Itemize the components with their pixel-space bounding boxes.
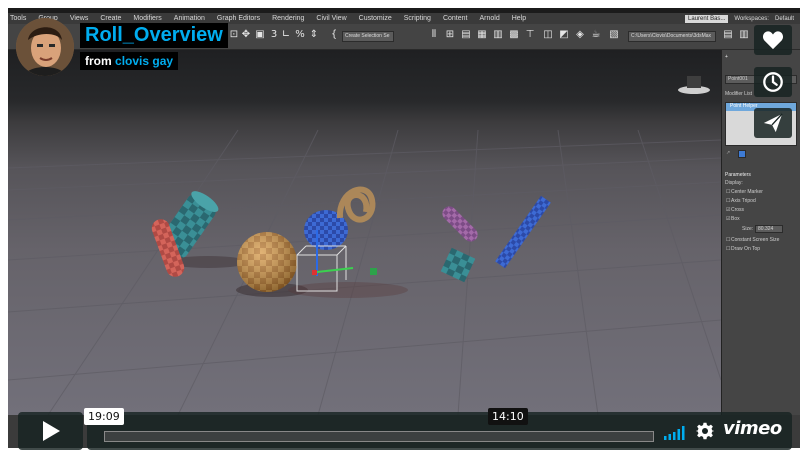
scene-explorer-icon[interactable]: ▦ [476, 29, 488, 41]
settings-gear-icon[interactable] [695, 422, 715, 440]
render-setup-icon[interactable]: ◫ [542, 29, 554, 41]
move-icon[interactable]: ✥ [240, 29, 252, 41]
author-link[interactable]: clovis gay [115, 54, 173, 68]
size-spinner[interactable]: 80.324 [758, 226, 773, 234]
select-icon[interactable]: ⊡ [228, 29, 240, 41]
menu-item[interactable]: Animation [174, 15, 205, 22]
spinner-snap-icon[interactable]: ⇕ [308, 29, 320, 41]
checkbox-box[interactable]: ☑ [726, 216, 730, 224]
play-button[interactable] [18, 412, 83, 450]
menu-item[interactable]: Help [512, 15, 526, 22]
option-axis-tripod[interactable]: Axis Tripod [731, 198, 756, 206]
byline: from clovis gay [80, 52, 179, 70]
angle-snap-icon[interactable]: ∟ [280, 29, 292, 41]
player-controls: vimeo 19:09 14:10 [18, 408, 792, 452]
play-icon [42, 421, 60, 441]
menu-item[interactable]: Civil View [316, 15, 346, 22]
create-tab-icon[interactable]: + [725, 54, 728, 62]
snap-3d-icon[interactable]: 3 [268, 29, 280, 41]
render-iterative-icon[interactable]: ▧ [608, 29, 620, 41]
checkbox-constant-screen-size[interactable]: ☐ [726, 237, 730, 245]
elapsed-time: 19:09 [84, 408, 124, 425]
byline-prefix: from [85, 54, 112, 68]
option-constant-screen-size[interactable]: Constant Screen Size [731, 237, 779, 245]
volume-control[interactable] [664, 425, 688, 440]
render-icon[interactable]: ◈ [574, 29, 586, 41]
workspace-select[interactable]: Default [775, 16, 794, 22]
rollout-header[interactable]: Parameters [725, 172, 751, 180]
menu-item[interactable]: Create [100, 15, 121, 22]
align-icon[interactable]: ⊞ [444, 29, 456, 41]
option-cross[interactable]: Cross [731, 207, 744, 215]
video-player[interactable]: Tools Group Views Create Modifiers Anima… [8, 8, 800, 448]
pin-stack-icon[interactable]: ↗ [726, 150, 730, 158]
material-editor-icon[interactable]: ⊤ [524, 29, 536, 41]
menu-item[interactable]: Graph Editors [217, 15, 260, 22]
display-label: Display: [725, 180, 743, 186]
menu-item[interactable]: Content [443, 15, 468, 22]
menu-item[interactable]: Arnold [479, 15, 499, 22]
hover-time-tooltip: 14:10 [488, 408, 528, 425]
checkbox-cross[interactable]: ☑ [726, 207, 730, 215]
vimeo-logo[interactable]: vimeo [723, 418, 782, 439]
watch-later-button[interactable] [754, 67, 792, 97]
menu-item[interactable]: Customize [359, 15, 392, 22]
mirror-icon[interactable]: ⫴ [428, 29, 440, 41]
option-draw-on-top[interactable]: Draw On Top [731, 246, 760, 254]
open-icon[interactable]: ▤ [722, 29, 734, 41]
user-account[interactable]: Laurent Bas... [685, 14, 729, 23]
menu-item[interactable]: Scripting [404, 15, 431, 22]
option-box[interactable]: Box [731, 216, 740, 224]
layers-icon[interactable]: ▤ [460, 29, 472, 41]
share-button[interactable] [754, 108, 792, 138]
workspace-label: Workspaces: [734, 15, 769, 22]
teapot-icon[interactable]: ☕ [590, 29, 602, 41]
heart-icon [762, 31, 784, 50]
curve-editor-icon[interactable]: ▥ [492, 29, 504, 41]
modifier-list-select[interactable]: Modifier List [725, 91, 752, 99]
named-selection-icon[interactable]: { [328, 29, 340, 41]
author-avatar[interactable] [16, 18, 74, 76]
3d-viewport[interactable] [8, 50, 721, 415]
render-frame-icon[interactable]: ◩ [558, 29, 570, 41]
volume-bars-icon [664, 426, 685, 440]
paper-plane-icon [763, 113, 783, 133]
control-bar: vimeo [87, 412, 792, 450]
selection-set-select[interactable]: Create Selection Se [342, 31, 394, 42]
menu-item[interactable]: Rendering [272, 15, 304, 22]
object-name-field[interactable]: Point001 [728, 76, 748, 84]
option-center-marker[interactable]: Center Marker [731, 189, 763, 197]
checkbox-center-marker[interactable]: ☐ [726, 189, 730, 197]
schematic-icon[interactable]: ▩ [508, 29, 520, 41]
like-button[interactable] [754, 25, 792, 55]
menu-item[interactable]: Modifiers [133, 15, 161, 22]
menu-item[interactable]: Tools [10, 15, 26, 22]
command-panel: + Point001 Modifier List Point Helper ↗ … [721, 50, 800, 415]
checkbox-draw-on-top[interactable]: ☐ [726, 246, 730, 254]
save-icon[interactable]: ▥ [738, 29, 750, 41]
checkbox-axis-tripod[interactable]: ☐ [726, 198, 730, 206]
video-title[interactable]: Roll_Overview [80, 23, 228, 48]
rotate-icon[interactable]: ▣ [254, 29, 266, 41]
clock-icon [763, 72, 783, 92]
project-path-field[interactable]: C:\Users\Clovis\Documents\3dsMax [628, 31, 716, 42]
menu-item[interactable]: Views [70, 15, 89, 22]
progress-bar[interactable] [104, 431, 654, 442]
percent-snap-icon[interactable]: % [294, 29, 306, 41]
size-label: Size: [742, 226, 754, 232]
viewport-scene [8, 76, 721, 415]
